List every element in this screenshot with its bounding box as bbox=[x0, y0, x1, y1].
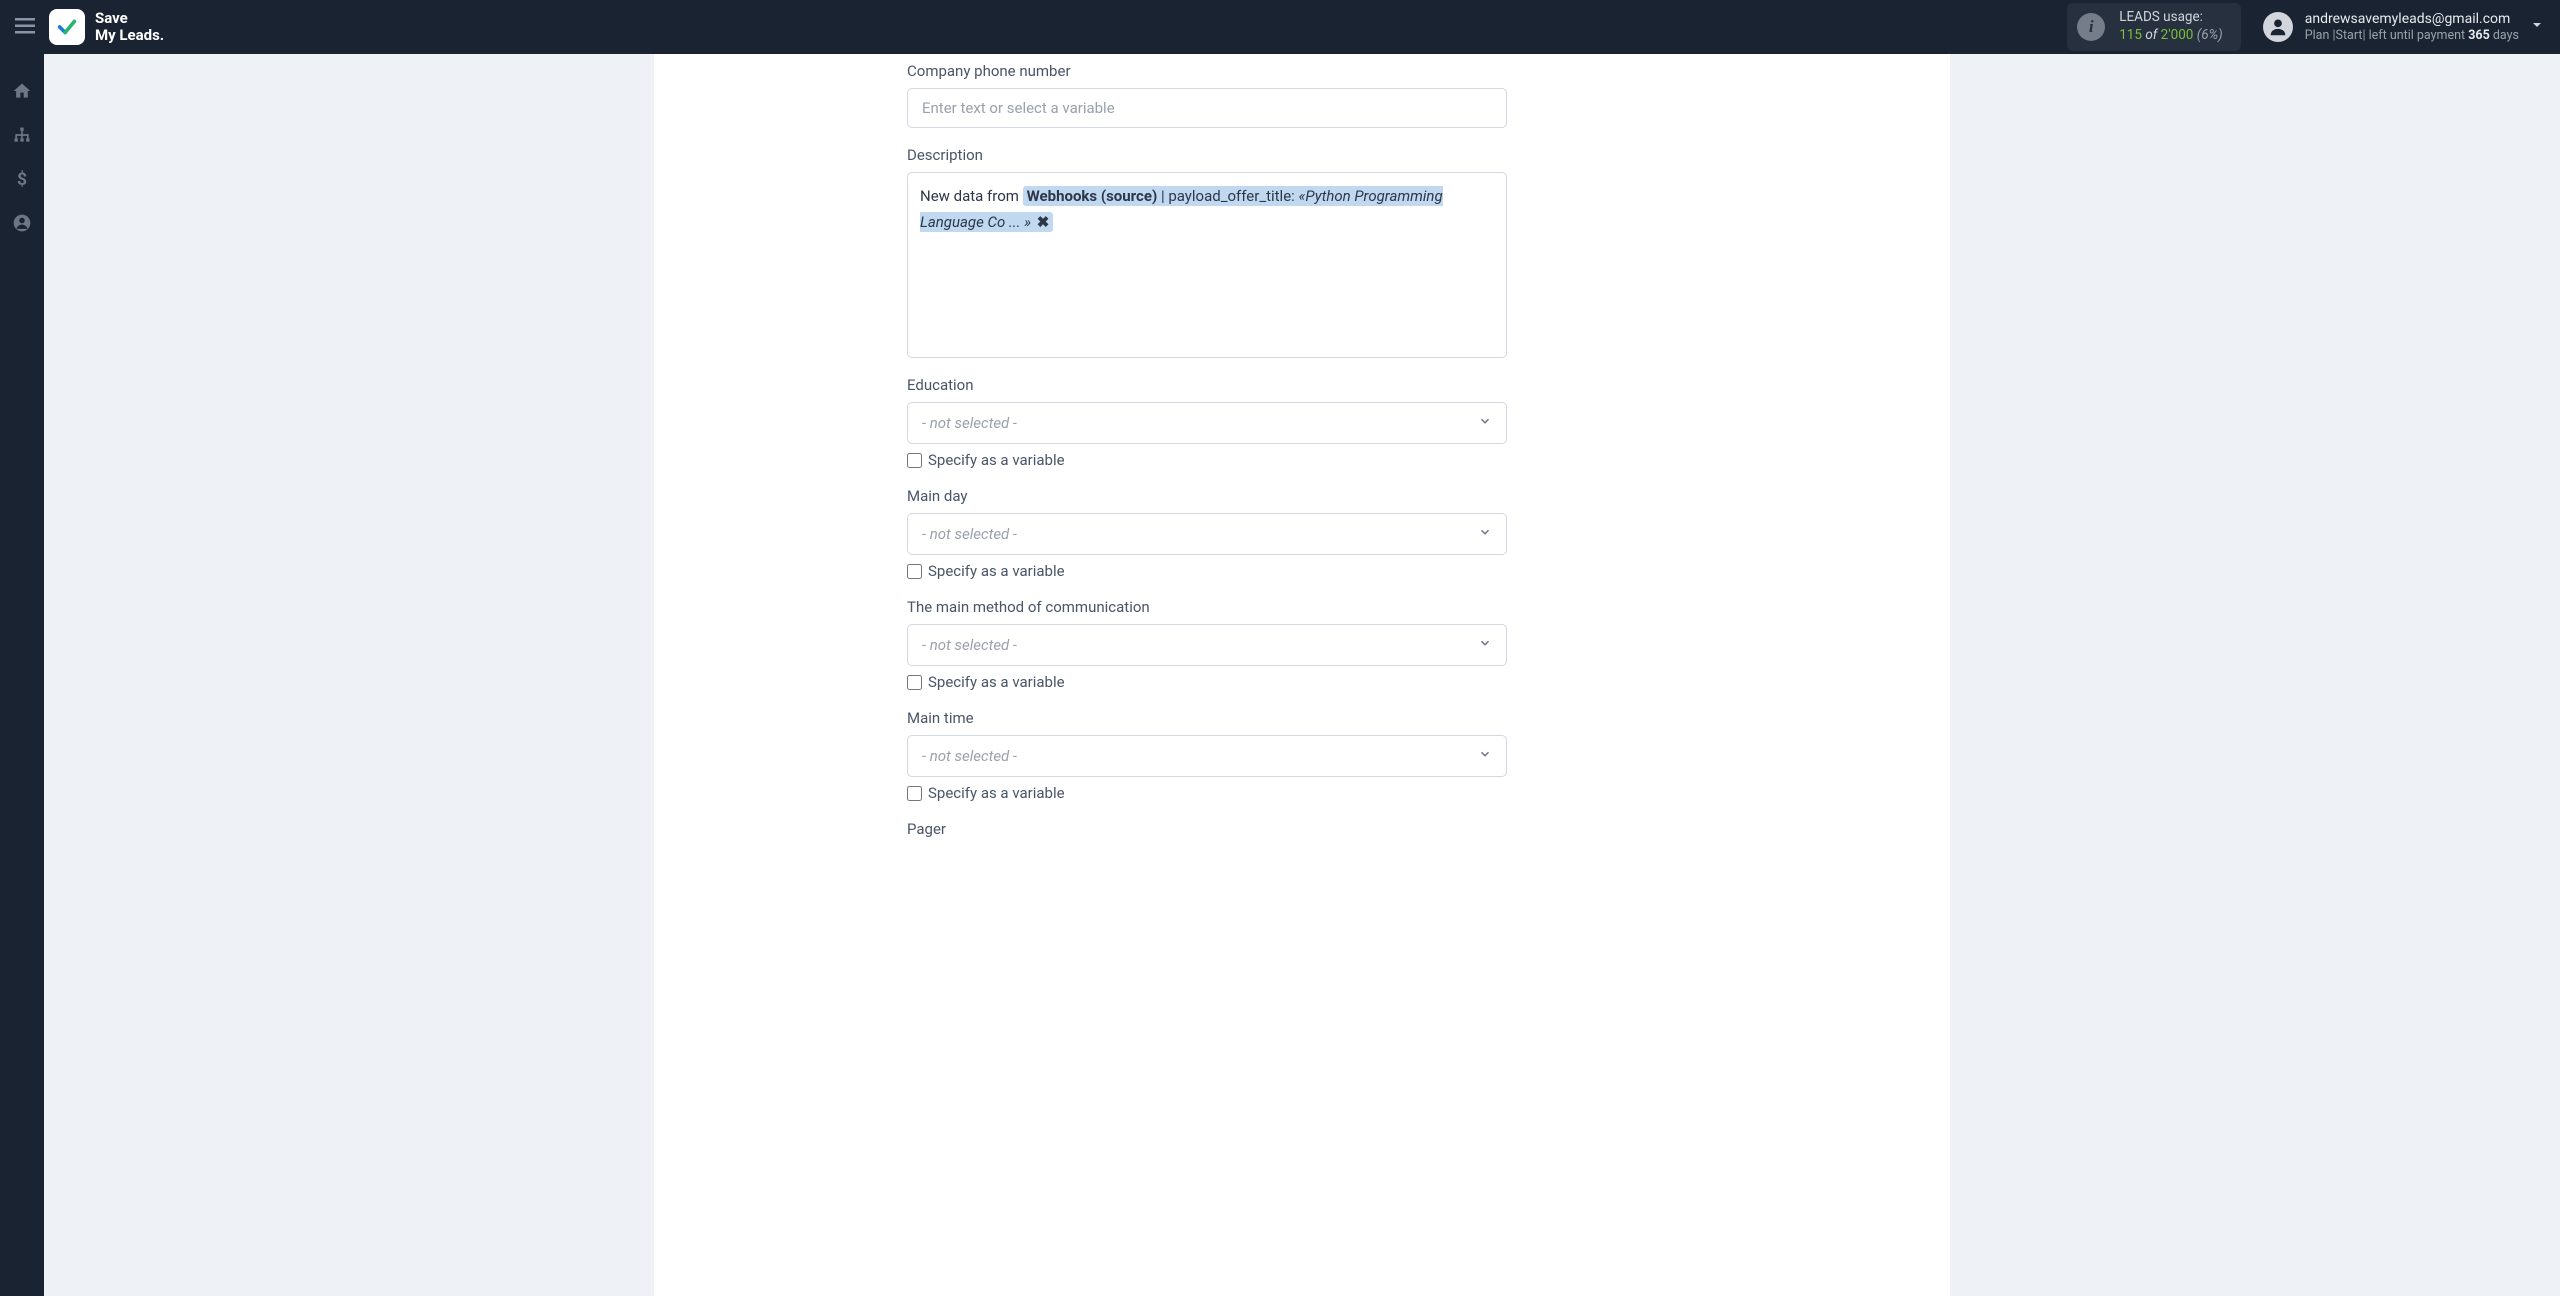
chevron-down-icon bbox=[1478, 747, 1492, 765]
chip-source: Webhooks (source) bbox=[1027, 187, 1158, 205]
sidebar-item-home[interactable] bbox=[11, 80, 33, 102]
leads-total: 2'000 bbox=[2161, 27, 2194, 43]
chip-remove-icon[interactable]: ✖ bbox=[1037, 213, 1050, 231]
user-email: andrewsavemyleads@gmail.com bbox=[2305, 10, 2519, 28]
education-label: Education bbox=[907, 376, 1697, 394]
education-variable-checkbox[interactable] bbox=[907, 453, 922, 468]
sidebar-item-billing[interactable]: $ bbox=[11, 168, 33, 190]
main-method-variable-row: Specify as a variable bbox=[907, 673, 1697, 691]
leads-usage-title: LEADS usage: bbox=[2119, 9, 2223, 27]
main-day-label: Main day bbox=[907, 487, 1697, 505]
brand-name: Save My Leads. bbox=[95, 10, 164, 45]
education-select[interactable]: - not selected - bbox=[907, 402, 1507, 444]
main-time-label: Main time bbox=[907, 709, 1697, 727]
main-method-select[interactable]: - not selected - bbox=[907, 624, 1507, 666]
leads-usage-text: LEADS usage: 115 of 2'000 (6%) bbox=[2119, 9, 2223, 44]
brand-line2: My Leads. bbox=[95, 27, 164, 44]
menu-toggle-icon[interactable] bbox=[15, 15, 35, 39]
education-variable-label[interactable]: Specify as a variable bbox=[928, 451, 1065, 469]
description-label: Description bbox=[907, 146, 1697, 164]
description-input[interactable]: New data from Webhooks (source) | payloa… bbox=[907, 172, 1507, 358]
main-day-variable-label[interactable]: Specify as a variable bbox=[928, 562, 1065, 580]
user-block[interactable]: andrewsavemyleads@gmail.com Plan |Start|… bbox=[2263, 10, 2519, 44]
leads-of: of bbox=[2145, 27, 2160, 43]
main-time-variable-row: Specify as a variable bbox=[907, 784, 1697, 802]
pager-label: Pager bbox=[907, 820, 1697, 838]
avatar-icon bbox=[2263, 12, 2293, 42]
education-value: - not selected - bbox=[922, 414, 1017, 432]
chip-sep: | payload_offer_title: bbox=[1157, 187, 1298, 205]
leads-used: 115 bbox=[2119, 27, 2142, 43]
company-phone-input[interactable] bbox=[907, 88, 1507, 128]
main-method-variable-checkbox[interactable] bbox=[907, 675, 922, 690]
brand-logo-icon bbox=[49, 9, 85, 45]
main-day-variable-row: Specify as a variable bbox=[907, 562, 1697, 580]
education-variable-row: Specify as a variable bbox=[907, 451, 1697, 469]
main-method-variable-label[interactable]: Specify as a variable bbox=[928, 673, 1065, 691]
main-time-variable-checkbox[interactable] bbox=[907, 786, 922, 801]
leads-usage-values: 115 of 2'000 (6%) bbox=[2119, 27, 2223, 45]
chevron-down-icon bbox=[1478, 414, 1492, 432]
main-day-select[interactable]: - not selected - bbox=[907, 513, 1507, 555]
main-method-label: The main method of communication bbox=[907, 598, 1697, 616]
chevron-down-icon bbox=[1478, 636, 1492, 654]
chevron-down-icon bbox=[1478, 525, 1492, 543]
user-plan: Plan |Start| left until payment 365 days bbox=[2305, 28, 2519, 44]
app-header: Save My Leads. i LEADS usage: 115 of 2'0… bbox=[0, 0, 2560, 54]
main-time-value: - not selected - bbox=[922, 747, 1017, 765]
main-method-value: - not selected - bbox=[922, 636, 1017, 654]
content-panel: Company phone number Description New dat… bbox=[654, 54, 1950, 1296]
user-text: andrewsavemyleads@gmail.com Plan |Start|… bbox=[2305, 10, 2519, 44]
main-day-value: - not selected - bbox=[922, 525, 1017, 543]
sidebar-item-connections[interactable] bbox=[11, 124, 33, 146]
main-time-variable-label[interactable]: Specify as a variable bbox=[928, 784, 1065, 802]
main-time-select[interactable]: - not selected - bbox=[907, 735, 1507, 777]
info-icon: i bbox=[2077, 13, 2105, 41]
company-phone-label: Company phone number bbox=[907, 62, 1697, 80]
sidebar-item-account[interactable] bbox=[11, 212, 33, 234]
leads-usage-box[interactable]: i LEADS usage: 115 of 2'000 (6%) bbox=[2067, 3, 2241, 50]
brand-line1: Save bbox=[95, 10, 164, 27]
description-prefix: New data from bbox=[920, 187, 1023, 205]
leads-pct: (6%) bbox=[2197, 27, 2223, 43]
user-menu-caret-icon[interactable] bbox=[2529, 17, 2545, 37]
sidebar: $ bbox=[0, 54, 44, 1296]
main-day-variable-checkbox[interactable] bbox=[907, 564, 922, 579]
svg-text:$: $ bbox=[17, 169, 27, 189]
main-area: Company phone number Description New dat… bbox=[44, 54, 2560, 1296]
